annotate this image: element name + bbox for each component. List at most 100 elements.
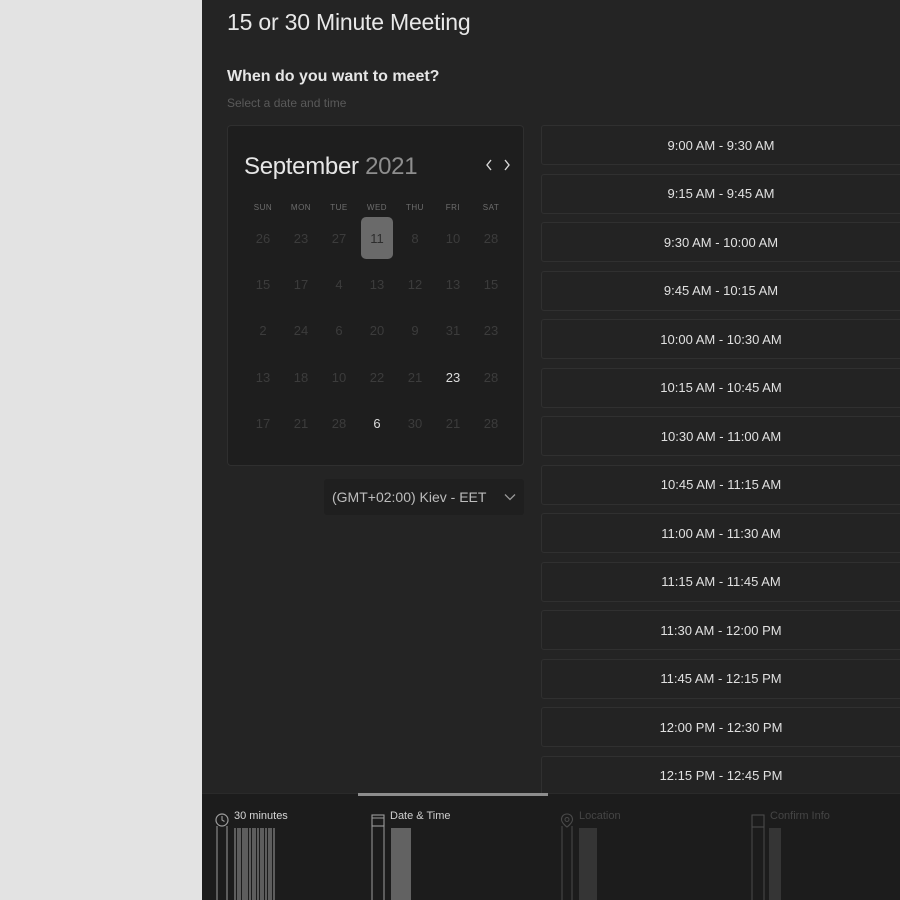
time-slot-button[interactable]: 11:30 AM - 12:00 PM [541, 610, 900, 650]
day-number: 22 [369, 369, 385, 385]
time-slot-button[interactable]: 11:15 AM - 11:45 AM [541, 561, 900, 602]
calendar-week-row: 26 23 27 11 8 10 28 [244, 217, 510, 263]
calendar-day-disabled: 13 [434, 263, 472, 305]
calendar-day-disabled: 8 [396, 217, 434, 259]
day-number: 23 [483, 323, 499, 339]
step-label: Confirm Info [770, 810, 830, 822]
time-slot-label: 10:30 AM - 11:00 AM [660, 428, 782, 444]
time-slot-label: 11:45 AM - 12:15 PM [660, 671, 782, 686]
time-slot-label: 9:15 AM - 9:45 AM [667, 186, 775, 201]
day-number: 21 [293, 416, 309, 432]
time-slot-button[interactable]: 11:00 AM - 11:30 AM [541, 513, 900, 553]
calendar-day-disabled: 23 [282, 217, 320, 259]
day-number: 11 [370, 230, 384, 246]
next-month-button[interactable] [498, 154, 516, 178]
calendar-day-disabled: 17 [282, 263, 320, 305]
day-number: 23 [293, 230, 309, 246]
time-slot-button[interactable]: 9:15 AM - 9:45 AM [541, 173, 900, 214]
day-number: 17 [293, 276, 309, 292]
time-slot-button[interactable]: 10:15 AM - 10:45 AM [541, 367, 900, 408]
calendar-day-disabled: 28 [320, 403, 358, 445]
day-number: 23 [445, 369, 461, 385]
day-number: 28 [331, 416, 347, 432]
day-number: 8 [411, 230, 419, 246]
day-number: 26 [255, 230, 271, 246]
time-slot-label: 9:00 AM - 9:30 AM [667, 137, 775, 153]
timezone-select[interactable]: (GMT+02:00) Kiev - EET [324, 479, 524, 515]
steps-bar: 30 minutes Date & Time Location Confirm … [202, 793, 900, 900]
day-number: 12 [407, 276, 423, 292]
calendar-day-disabled: 22 [358, 356, 396, 398]
day-number: 31 [445, 323, 461, 339]
calendar-day-disabled: 18 [282, 356, 320, 398]
calendar-day-disabled: 21 [434, 403, 472, 445]
calendar-day-disabled: 12 [396, 263, 434, 305]
chevron-left-icon [486, 159, 492, 171]
day-number: 27 [331, 230, 347, 246]
calendar-day-selected[interactable]: 11 [358, 217, 396, 259]
time-slot-label: 9:30 AM - 10:00 AM [663, 234, 779, 250]
day-number: 6 [373, 416, 381, 432]
calendar-day-available[interactable]: 23 [434, 356, 472, 398]
time-slot-button[interactable]: 10:00 AM - 10:30 AM [541, 319, 900, 359]
prev-month-button[interactable] [480, 154, 498, 178]
time-slot-button[interactable]: 10:45 AM - 11:15 AM [541, 464, 900, 505]
time-slot-button[interactable]: 9:00 AM - 9:30 AM [541, 125, 900, 165]
weekday-label: TUE [330, 203, 348, 212]
time-slot-button[interactable]: 12:15 PM - 12:45 PM [541, 755, 900, 796]
time-slot-label: 10:00 AM - 10:30 AM [660, 331, 782, 347]
time-slot-label: 12:15 PM - 12:45 PM [659, 768, 783, 783]
day-number: 10 [331, 369, 347, 385]
weekday-header: SUN MON TUE WED THU FRI SAT [244, 203, 510, 212]
time-slot-button[interactable]: 9:45 AM - 10:15 AM [541, 270, 900, 311]
document-icon [751, 814, 765, 900]
calendar-day-disabled: 24 [282, 310, 320, 352]
day-number: 18 [293, 369, 309, 385]
step-progress-indicator [358, 793, 548, 796]
time-slot-button[interactable]: 9:30 AM - 10:00 AM [541, 222, 900, 262]
calendar-day-available[interactable]: 6 [358, 403, 396, 445]
calendar-week-row: 13 18 10 22 21 23 28 [244, 356, 510, 402]
calendar-week-row: 2 24 6 20 9 31 23 [244, 310, 510, 356]
calendar-day-disabled: 28 [472, 217, 510, 259]
day-number: 28 [483, 416, 499, 432]
calendar-icon [371, 814, 385, 900]
day-number: 15 [483, 276, 499, 292]
calendar-day-disabled: 10 [320, 356, 358, 398]
day-number: 24 [293, 323, 309, 339]
calendar-day-disabled: 15 [472, 263, 510, 305]
barcode-graphic [234, 828, 275, 900]
weekday-label: SAT [482, 203, 500, 212]
calendar-day-disabled: 23 [472, 310, 510, 352]
time-slot-label: 11:15 AM - 11:45 AM [661, 574, 781, 589]
step-label: 30 minutes [234, 810, 288, 822]
calendar-day-disabled: 13 [244, 356, 282, 398]
day-number: 28 [483, 230, 499, 246]
day-number: 20 [369, 323, 385, 339]
calendar-day-disabled: 21 [396, 356, 434, 398]
time-slot-button[interactable]: 11:45 AM - 12:15 PM [541, 658, 900, 699]
weekday-label: SUN [253, 203, 273, 212]
day-number: 28 [483, 369, 499, 385]
prompt-heading: When do you want to meet? [227, 68, 440, 85]
prompt-subtext: Select a date and time [227, 96, 347, 110]
day-number: 10 [445, 230, 461, 246]
calendar-day-disabled: 31 [434, 310, 472, 352]
timezone-label: (GMT+02:00) Kiev - EET [332, 489, 487, 505]
step-label: Location [579, 810, 621, 822]
calendar-day-disabled: 20 [358, 310, 396, 352]
calendar-week-row: 15 17 4 13 12 13 15 [244, 263, 510, 309]
calendar-day-disabled: 2 [244, 310, 282, 352]
time-slot-list: 9:00 AM - 9:30 AM 9:15 AM - 9:45 AM 9:30 A… [541, 125, 900, 804]
day-number: 13 [369, 276, 385, 292]
meeting-title: 15 or 30 Minute Meeting [227, 9, 471, 35]
time-slot-button[interactable]: 10:30 AM - 11:00 AM [541, 416, 900, 456]
time-slot-label: 9:45 AM - 10:15 AM [663, 283, 779, 298]
weekday-label: MON [290, 203, 312, 212]
calendar-day-disabled: 21 [282, 403, 320, 445]
calendar-day-disabled: 6 [320, 310, 358, 352]
time-slot-label: 12:00 PM - 12:30 PM [659, 719, 783, 735]
chevron-right-icon [504, 159, 510, 171]
time-slot-button[interactable]: 12:00 PM - 12:30 PM [541, 707, 900, 747]
calendar-day-disabled: 26 [244, 217, 282, 259]
